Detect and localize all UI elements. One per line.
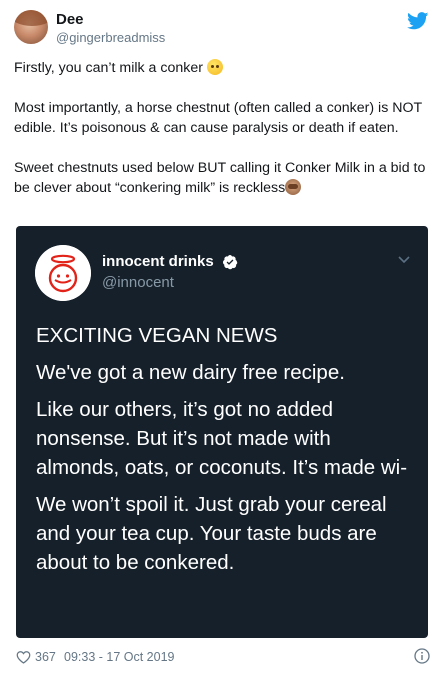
author-name[interactable]: Dee: [56, 11, 84, 28]
rolling-eyes-emoji-icon: [206, 59, 223, 75]
tweet-paragraph-2: Most importantly, a horse chestnut (ofte…: [14, 100, 422, 136]
twitter-bird-icon[interactable]: [407, 12, 429, 30]
like-count[interactable]: 367: [35, 650, 56, 664]
tweet-timestamp[interactable]: 09:33 - 17 Oct 2019: [64, 650, 175, 664]
heart-icon[interactable]: [16, 650, 31, 664]
quoted-line-4: We won’t spoil it. Just grab your cereal…: [36, 493, 387, 574]
avatar[interactable]: [14, 10, 48, 44]
tweet-footer: 367 09:33 - 17 Oct 2019: [16, 648, 430, 668]
tweet-text: Firstly, you can’t milk a conker Most im…: [14, 58, 426, 198]
see-no-evil-monkey-emoji-icon: [285, 179, 302, 195]
quoted-author-handle: @innocent: [102, 274, 174, 291]
innocent-logo-icon: [35, 245, 91, 301]
quoted-author-name: innocent drinks: [102, 253, 214, 270]
quoted-tweet-image[interactable]: innocent drinks @innocent EXCITING VEGAN…: [16, 226, 428, 638]
chevron-down-icon: [398, 256, 410, 264]
tweet-card: Dee @gingerbreadmiss Firstly, you can’t …: [0, 0, 443, 674]
author-handle[interactable]: @gingerbreadmiss: [56, 30, 165, 45]
tweet-header: Dee @gingerbreadmiss: [14, 10, 429, 46]
quoted-line-3: Like our others, it’s got no added nonse…: [36, 398, 408, 479]
verified-badge-icon: [223, 255, 238, 270]
tweet-paragraph: Sweet chestnuts used below BUT calling i…: [14, 158, 426, 198]
tweet-paragraph: Firstly, you can’t milk a conker: [14, 58, 426, 78]
tweet-paragraph-3: Sweet chestnuts used below BUT calling i…: [14, 160, 426, 196]
info-icon[interactable]: [414, 648, 430, 664]
quoted-line-2: We've got a new dairy free recipe.: [36, 361, 345, 384]
tweet-paragraph-1: Firstly, you can’t milk a conker: [14, 60, 207, 76]
quoted-line-1: EXCITING VEGAN NEWS: [36, 324, 278, 347]
quoted-tweet-text: EXCITING VEGAN NEWS We've got a new dair…: [36, 321, 416, 577]
